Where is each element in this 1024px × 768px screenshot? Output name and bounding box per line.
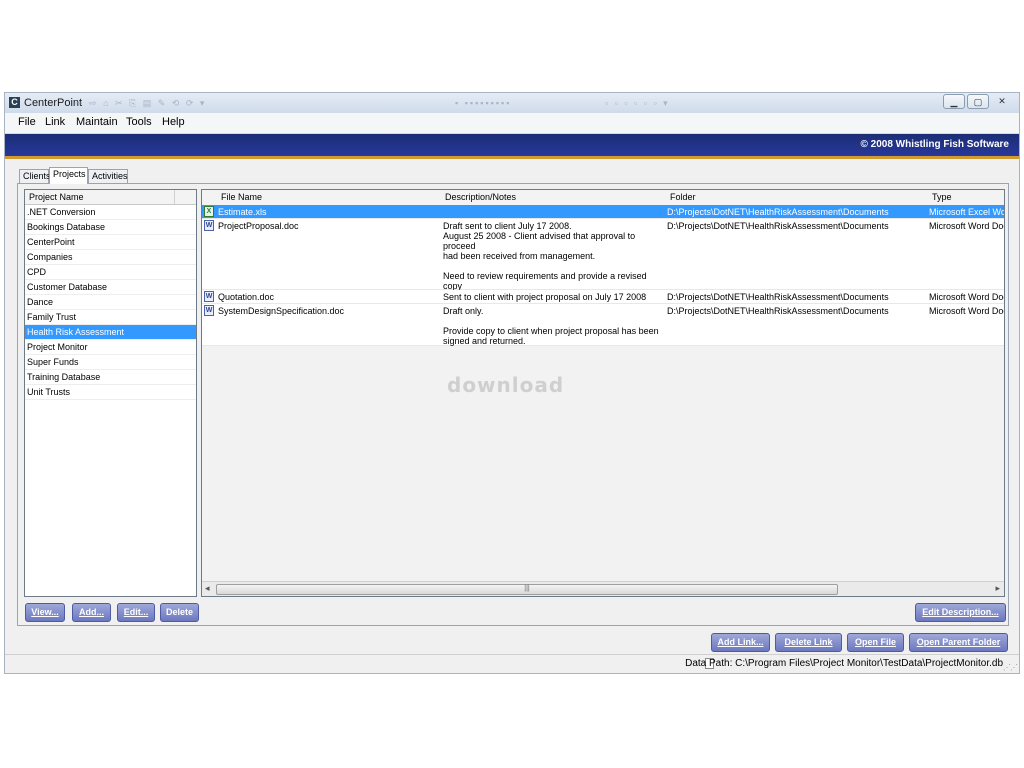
open-parent-folder-button[interactable]: Open Parent Folder: [909, 633, 1008, 652]
file-row-selected[interactable]: X Estimate.xls D:\Projects\DotNET\Health…: [202, 205, 1004, 219]
file-type: Microsoft Excel Worksheet: [929, 207, 1004, 217]
resize-grip-icon[interactable]: ⋰⋰: [1003, 663, 1018, 672]
close-icon[interactable]: ✕: [991, 94, 1013, 109]
scroll-left-icon[interactable]: ◂: [205, 583, 210, 594]
menu-tools[interactable]: Tools: [126, 116, 152, 128]
view-button[interactable]: View...: [25, 603, 65, 622]
background-toolbar-ghost-right: ▫ ▫ ▫ ▫ ▫ ▫ ▾: [605, 98, 670, 108]
project-item[interactable]: Super Funds: [25, 355, 196, 370]
file-row[interactable]: W Quotation.doc Sent to client with proj…: [202, 290, 1004, 304]
files-column-headers: File Name Description/Notes Folder Type: [202, 190, 1004, 206]
project-items: .NET Conversion Bookings Database Center…: [25, 205, 196, 400]
brand-banner: © 2008 Whistling Fish Software: [5, 134, 1019, 159]
file-row[interactable]: W ProjectProposal.doc Draft sent to clie…: [202, 219, 1004, 321]
file-folder: D:\Projects\DotNET\HealthRiskAssessment\…: [667, 292, 889, 302]
tab-projects[interactable]: Projects: [49, 167, 88, 184]
edit-description-button[interactable]: Edit Description...: [915, 603, 1006, 622]
word-file-icon: W: [204, 220, 214, 231]
project-item[interactable]: Family Trust: [25, 310, 196, 325]
project-item[interactable]: Companies: [25, 250, 196, 265]
menu-bar: File Link Maintain Tools Help: [5, 113, 1019, 134]
word-file-icon: W: [204, 291, 214, 302]
maximize-icon[interactable]: ▢: [967, 94, 989, 109]
menu-link[interactable]: Link: [45, 116, 65, 128]
file-name: ProjectProposal.doc: [218, 221, 299, 231]
app-logo-icon: C: [9, 97, 20, 108]
file-row[interactable]: W SystemDesignSpecification.doc Draft on…: [202, 304, 1004, 346]
delete-button[interactable]: Delete: [160, 603, 199, 622]
project-item[interactable]: CenterPoint: [25, 235, 196, 250]
type-column-header[interactable]: Type: [932, 192, 952, 202]
minimize-icon[interactable]: ▁: [943, 94, 965, 109]
description-column-header[interactable]: Description/Notes: [445, 192, 516, 202]
add-link-button[interactable]: Add Link...: [711, 633, 770, 652]
project-item-selected[interactable]: Health Risk Assessment: [25, 325, 196, 340]
project-name-column-header[interactable]: Project Name: [25, 190, 196, 205]
file-name: SystemDesignSpecification.doc: [218, 306, 345, 316]
file-type: Microsoft Word Document: [929, 292, 1004, 302]
file-name: Quotation.doc: [218, 292, 275, 302]
project-item[interactable]: Dance: [25, 295, 196, 310]
window-title: CenterPoint: [24, 97, 83, 109]
add-button[interactable]: Add...: [72, 603, 111, 622]
folder-column-header[interactable]: Folder: [670, 192, 696, 202]
project-item[interactable]: Bookings Database: [25, 220, 196, 235]
project-list[interactable]: Project Name .NET Conversion Bookings Da…: [24, 189, 197, 597]
file-folder: D:\Projects\DotNET\HealthRiskAssessment\…: [667, 221, 889, 231]
linked-files-grid[interactable]: File Name Description/Notes Folder Type …: [201, 189, 1005, 597]
scroll-right-icon[interactable]: ▸: [995, 583, 1000, 594]
column-divider: [174, 190, 175, 204]
background-toolbar-ghost-center: ▪ ▪▪▪▪▪▪▪▪▪: [455, 98, 512, 108]
excel-file-icon: X: [204, 206, 214, 217]
tab-activities[interactable]: Activities: [88, 169, 128, 183]
scrollbar-thumb[interactable]: |||: [216, 584, 838, 595]
project-item[interactable]: Training Database: [25, 370, 196, 385]
menu-maintain[interactable]: Maintain: [76, 116, 118, 128]
data-path-text: Data Path: C:\Program Files\Project Moni…: [685, 658, 1003, 669]
open-file-button[interactable]: Open File: [847, 633, 904, 652]
file-description: Draft only. Provide copy to client when …: [443, 306, 659, 346]
project-item[interactable]: .NET Conversion: [25, 205, 196, 220]
tab-clients[interactable]: Clients: [19, 169, 51, 183]
file-name-column-header[interactable]: File Name: [221, 192, 262, 202]
file-folder: D:\Projects\DotNET\HealthRiskAssessment\…: [667, 306, 889, 316]
status-bar: Data Path: C:\Program Files\Project Moni…: [5, 654, 1019, 673]
file-type: Microsoft Word Document: [929, 221, 1004, 231]
file-name: Estimate.xls: [218, 207, 267, 217]
file-folder: D:\Projects\DotNET\HealthRiskAssessment\…: [667, 207, 889, 217]
window-controls: ▁ ▢ ✕: [943, 94, 1013, 109]
menu-file[interactable]: File: [18, 116, 36, 128]
title-bar[interactable]: C CenterPoint ⇦ ⇨ ⌂ ✂ ⎘ ▤ ✎ ⟲ ⟳ ▾ ▪ ▪▪▪▪…: [5, 93, 1019, 113]
file-type: Microsoft Word Document: [929, 306, 1004, 316]
horizontal-scrollbar[interactable]: ◂ ||| ▸: [202, 581, 1004, 596]
project-item[interactable]: Project Monitor: [25, 340, 196, 355]
file-description: Sent to client with project proposal on …: [443, 292, 647, 302]
app-window: C CenterPoint ⇦ ⇨ ⌂ ✂ ⎘ ▤ ✎ ⟲ ⟳ ▾ ▪ ▪▪▪▪…: [4, 92, 1020, 674]
project-name-header-label: Project Name: [29, 192, 84, 202]
word-file-icon: W: [204, 305, 214, 316]
edit-button[interactable]: Edit...: [117, 603, 155, 622]
project-item[interactable]: CPD: [25, 265, 196, 280]
project-item[interactable]: Unit Trusts: [25, 385, 196, 400]
delete-link-button[interactable]: Delete Link: [775, 633, 842, 652]
download-watermark: download: [447, 373, 565, 397]
menu-help[interactable]: Help: [162, 116, 185, 128]
background-toolbar-ghost: ⇦ ⇨ ⌂ ✂ ⎘ ▤ ✎ ⟲ ⟳ ▾: [75, 98, 207, 108]
project-item[interactable]: Customer Database: [25, 280, 196, 295]
copyright-text: © 2008 Whistling Fish Software: [860, 139, 1009, 150]
projects-tab-panel: Project Name .NET Conversion Bookings Da…: [17, 183, 1009, 626]
